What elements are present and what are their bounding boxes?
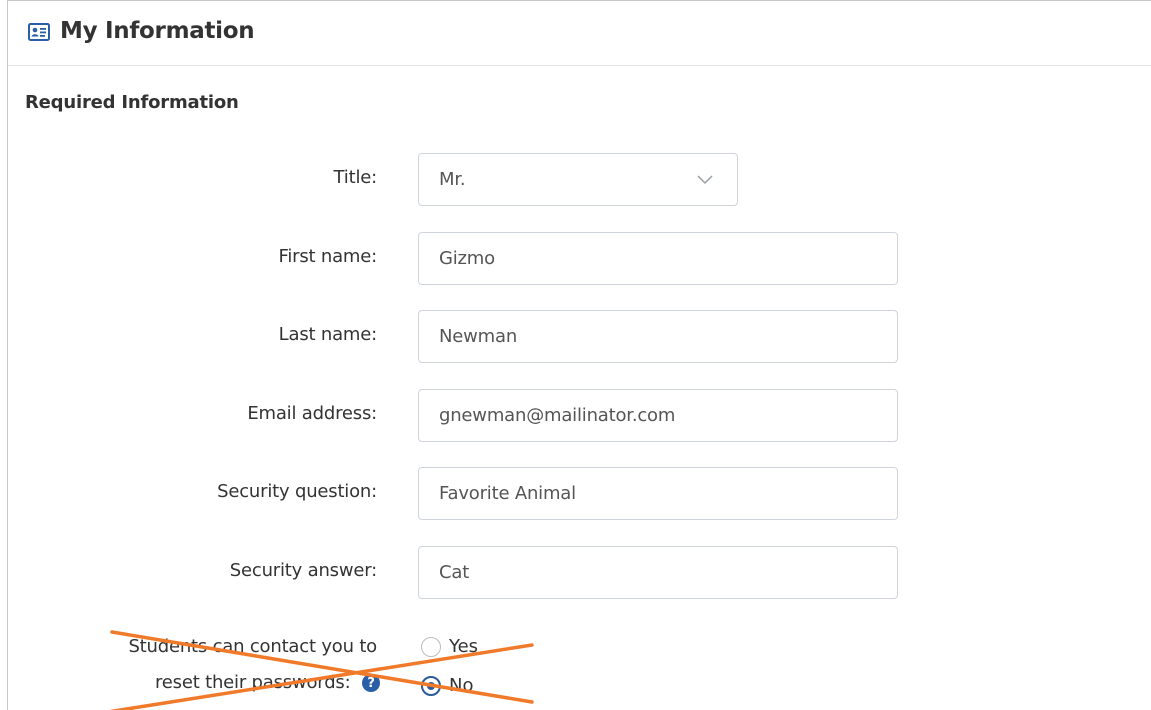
page-title: My Information	[60, 18, 255, 44]
radio-option-no[interactable]: No	[421, 675, 473, 696]
radio-no-label: No	[449, 675, 474, 696]
first-name-value: Gizmo	[439, 248, 495, 269]
last-name-value: Newman	[439, 326, 518, 347]
contact-label-line2: reset their passwords:	[154, 672, 351, 693]
question-circle-icon[interactable]: ?	[362, 674, 380, 692]
contact-label-line1: Students can contact you to	[128, 636, 377, 657]
radio-yes[interactable]	[421, 636, 441, 657]
security-answer-value: Cat	[439, 562, 470, 583]
security-answer-field[interactable]: Cat	[418, 546, 898, 599]
security-answer-label: Security answer:	[229, 560, 377, 581]
id-card-icon	[28, 23, 50, 41]
email-value: gnewman@mailinator.com	[439, 405, 676, 426]
security-question-value: Favorite Animal	[439, 483, 576, 504]
security-question-field[interactable]: Favorite Animal	[418, 467, 898, 520]
first-name-label: First name:	[278, 246, 377, 267]
last-name-label: Last name:	[278, 324, 378, 345]
chevron-down-icon	[697, 174, 713, 184]
first-name-field[interactable]: Gizmo	[418, 232, 898, 285]
title-select[interactable]: Mr.	[418, 153, 738, 206]
title-select-value: Mr.	[439, 169, 466, 190]
email-field[interactable]: gnewman@mailinator.com	[418, 389, 898, 442]
contact-label-line2-wrap: reset their passwords: ?	[155, 672, 380, 693]
radio-option-yes[interactable]: Yes	[421, 636, 478, 657]
email-label: Email address:	[247, 403, 377, 424]
panel-header: My Information	[8, 1, 1151, 66]
title-label: Title:	[333, 167, 378, 188]
radio-no[interactable]	[421, 675, 441, 696]
last-name-field[interactable]: Newman	[418, 310, 898, 363]
radio-yes-label: Yes	[449, 636, 479, 657]
security-question-label: Security question:	[217, 481, 377, 502]
section-title: Required Information	[25, 92, 239, 113]
